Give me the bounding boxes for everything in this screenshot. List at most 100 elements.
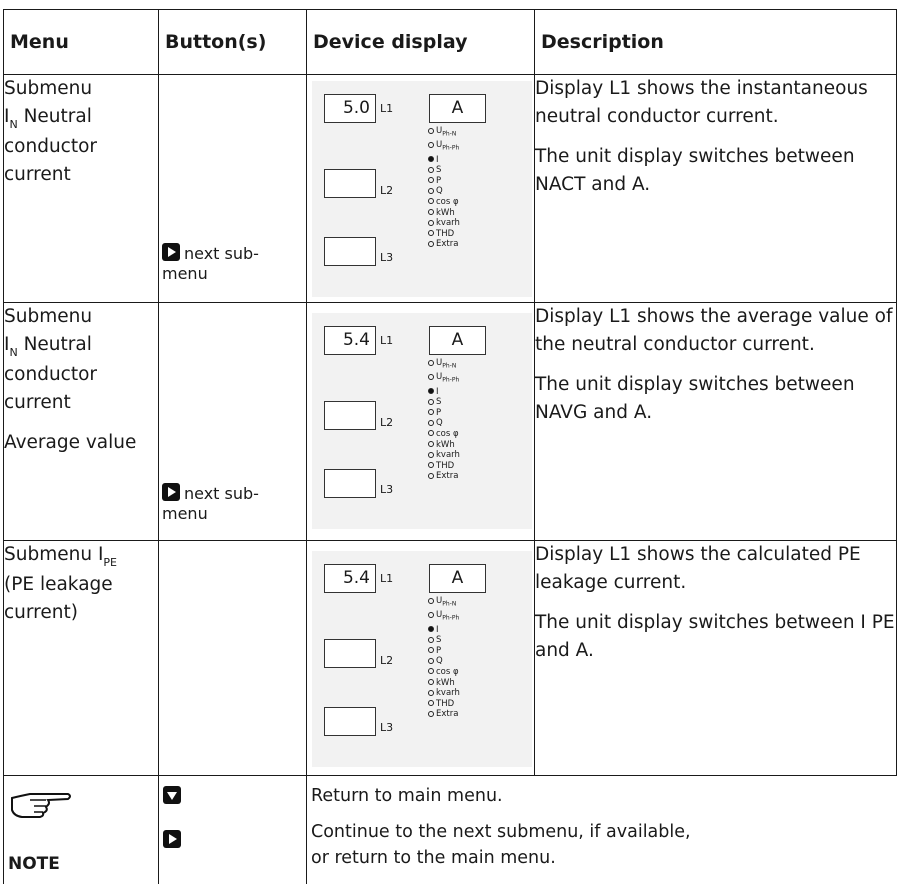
table-row: Submenu IPE (PE leakage current) 5.4 L1 … [3, 540, 897, 776]
indicator-dot [428, 198, 434, 205]
down-arrow-icon [163, 786, 181, 804]
indicator-dot [428, 679, 434, 686]
indicator-dot [428, 657, 434, 664]
l2-label: L2 [380, 416, 394, 429]
l1-label: L1 [380, 102, 394, 115]
indicator-u-ph-n: UPh-N [428, 596, 460, 610]
right-arrow-icon [163, 830, 181, 848]
indicator-p: P [428, 646, 460, 657]
l3-display [324, 707, 376, 736]
unit-display: A [429, 326, 486, 355]
header-menu: Menu [3, 9, 159, 75]
indicator-kwh: kWh [428, 208, 460, 219]
device-display-panel: 5.4 L1 L2 L3 A UPh-N UPh-Ph I S P Q cos … [312, 551, 532, 767]
right-arrow-icon [162, 483, 180, 501]
l3-display [324, 237, 376, 266]
button-cell: next sub-menu [158, 302, 307, 541]
indicator-dot [428, 647, 434, 654]
button-label: menu [162, 504, 208, 523]
menu-line: Average value [4, 432, 137, 453]
indicator-dot [428, 441, 434, 448]
indicator-dot [428, 127, 434, 134]
indicator-dot [428, 209, 434, 216]
indicator-dot [428, 611, 434, 618]
indicator-dot [428, 451, 434, 458]
menu-line: IN Neutral [4, 331, 158, 361]
indicator-kwh: kWh [428, 440, 460, 451]
menu-cell: Submenu IN Neutral conductor current [3, 74, 159, 303]
indicator-dot [428, 472, 434, 479]
device-display-cell: 5.0 L1 L2 L3 A UPh-N UPh-Ph I S P Q cos … [306, 74, 535, 303]
indicator-extra: Extra [428, 709, 460, 720]
pointing-hand-icon [11, 793, 71, 818]
indicator-p: P [428, 408, 460, 419]
l2-display [324, 639, 376, 668]
note-text: Return to main menu. [311, 786, 503, 806]
description-text: The unit display switches between NAVG a… [535, 374, 855, 423]
indicator-dot [428, 462, 434, 469]
right-arrow-icon [162, 243, 180, 261]
indicator-dot [428, 700, 434, 707]
indicator-dot [428, 240, 434, 247]
indicator-list: UPh-N UPh-Ph I S P Q cos φ kWh kvarh THD… [428, 358, 460, 482]
description-text: Display L1 shows the calculated PE leaka… [535, 544, 861, 593]
note-text: or return to the main menu. [311, 848, 556, 868]
header-device-display: Device display [306, 9, 535, 75]
menu-line: (PE leakage [4, 574, 113, 595]
l3-label: L3 [380, 251, 394, 264]
unit-display: A [429, 94, 486, 123]
indicator-dot [428, 187, 434, 194]
next-submenu-button[interactable]: next sub-menu [162, 243, 259, 284]
note-label: NOTE [8, 854, 60, 874]
description-text: The unit display switches between I PE a… [535, 612, 895, 661]
menu-subscript: N [9, 346, 18, 359]
l1-display: 5.4 [324, 326, 376, 355]
indicator-q: Q [428, 656, 460, 667]
menu-subscript: PE [103, 556, 117, 569]
device-display-cell: 5.4 L1 L2 L3 A UPh-N UPh-Ph I S P Q cos … [306, 540, 535, 776]
indicator-i: I [428, 625, 460, 636]
l3-label: L3 [380, 483, 394, 496]
indicator-cos-phi: cos φ [428, 667, 460, 678]
menu-line: conductor [4, 136, 98, 157]
indicator-extra: Extra [428, 239, 460, 250]
indicator-dot [428, 668, 434, 675]
indicator-dot [428, 359, 434, 366]
indicator-s: S [428, 397, 460, 408]
button-label: next sub- [184, 244, 259, 263]
indicator-dot-active [428, 156, 434, 163]
indicator-thd: THD [428, 461, 460, 472]
indicator-thd: THD [428, 229, 460, 240]
l2-label: L2 [380, 184, 394, 197]
menu-table: Menu Button(s) Device display Descriptio… [3, 9, 897, 884]
menu-line: conductor [4, 364, 98, 385]
note-text-cell: Return to main menu. Continue to the nex… [306, 775, 897, 884]
l1-label: L1 [380, 572, 394, 585]
button-cell: next sub-menu [158, 74, 307, 303]
indicator-s: S [428, 635, 460, 646]
down-button[interactable] [163, 786, 185, 806]
device-display-panel: 5.0 L1 L2 L3 A UPh-N UPh-Ph I S P Q cos … [312, 81, 532, 297]
right-button[interactable] [163, 830, 185, 850]
indicator-dot [428, 409, 434, 416]
indicator-dot [428, 141, 434, 148]
indicator-dot [428, 166, 434, 173]
unit-display: A [429, 564, 486, 593]
l2-display [324, 401, 376, 430]
indicator-list: UPh-N UPh-Ph I S P Q cos φ kWh kvarh THD… [428, 596, 460, 720]
indicator-kwh: kWh [428, 678, 460, 689]
menu-line: Submenu [4, 306, 93, 327]
indicator-u-ph-ph: UPh-Ph [428, 610, 460, 624]
next-submenu-button[interactable]: next sub-menu [162, 483, 259, 524]
indicator-kvarh: kvarh [428, 218, 460, 229]
indicator-dot-active [428, 388, 434, 395]
l1-label: L1 [380, 334, 394, 347]
note-cell: NOTE [3, 775, 159, 884]
indicator-q: Q [428, 418, 460, 429]
indicator-dot [428, 230, 434, 237]
header-buttons: Button(s) [158, 9, 307, 75]
indicator-dot [428, 710, 434, 717]
table-row: Submenu IN Neutral conductor current nex… [3, 74, 897, 303]
indicator-thd: THD [428, 699, 460, 710]
header-description: Description [534, 9, 897, 75]
